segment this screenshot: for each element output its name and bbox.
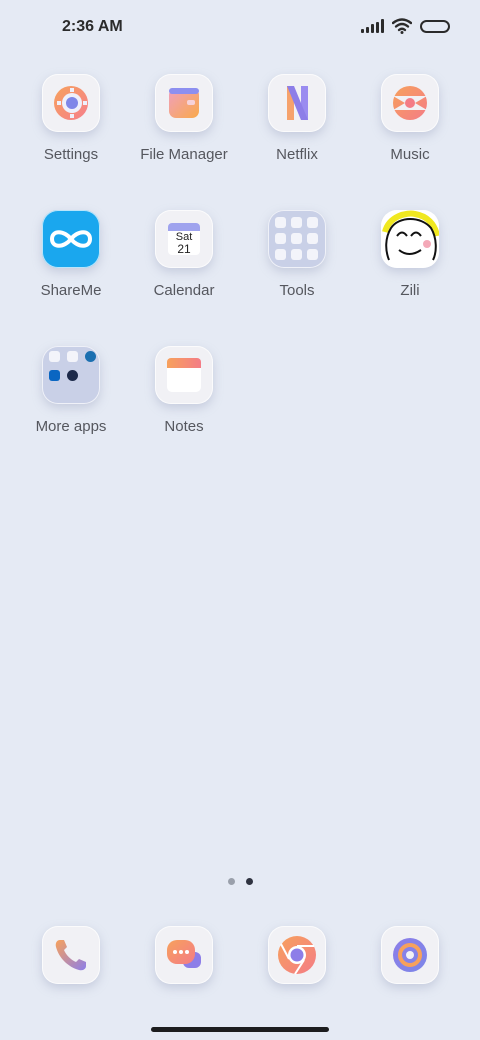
dock-chrome[interactable] — [268, 926, 326, 984]
calendar-icon: Sat 21 — [155, 210, 213, 268]
dock-phone[interactable] — [42, 926, 100, 984]
app-file-manager[interactable]: File Manager — [124, 74, 244, 163]
app-folder-tools[interactable]: Tools — [237, 210, 357, 299]
page-indicator[interactable] — [228, 878, 253, 885]
mini-app-icon — [291, 233, 302, 244]
mini-app-icon — [291, 249, 302, 260]
app-label: Music — [390, 146, 430, 163]
zili-icon — [381, 210, 439, 268]
app-label: Settings — [43, 146, 99, 163]
app-label: Calendar — [153, 282, 215, 299]
messages-icon — [155, 926, 213, 984]
home-indicator[interactable] — [151, 1027, 329, 1032]
battery-icon — [420, 19, 450, 33]
dock-messages[interactable] — [155, 926, 213, 984]
status-time: 2:36 AM — [62, 18, 123, 35]
app-folder-more-apps[interactable]: More apps — [11, 346, 131, 435]
settings-icon — [42, 74, 100, 132]
mini-app-icon — [67, 351, 78, 362]
page-dot-active[interactable] — [246, 878, 253, 885]
app-label: Notes — [164, 418, 204, 435]
app-netflix[interactable]: Netflix — [237, 74, 357, 163]
app-calendar[interactable]: Sat 21 Calendar — [124, 210, 244, 299]
shareme-icon — [42, 210, 100, 268]
app-label: Tools — [279, 282, 315, 299]
app-label: File Manager — [140, 146, 228, 163]
linkedin-icon — [49, 370, 60, 381]
page-dot[interactable] — [228, 878, 235, 885]
mini-app-icon — [307, 249, 318, 260]
mini-app-icon — [85, 351, 96, 362]
netflix-icon — [268, 74, 326, 132]
notes-icon — [155, 346, 213, 404]
dock-browser[interactable] — [381, 926, 439, 984]
app-notes[interactable]: Notes — [124, 346, 244, 435]
mini-app-icon — [307, 233, 318, 244]
calendar-page: Sat 21 — [168, 223, 200, 255]
mini-app-icon — [307, 217, 318, 228]
wifi-icon — [392, 18, 412, 34]
calendar-date: 21 — [177, 242, 191, 255]
phone-icon — [42, 926, 100, 984]
app-settings[interactable]: Settings — [11, 74, 131, 163]
folder-icon — [155, 74, 213, 132]
mini-app-icon — [49, 351, 60, 362]
mini-app-icon — [67, 370, 78, 381]
app-label: ShareMe — [40, 282, 102, 299]
app-label: Zili — [400, 282, 420, 299]
mini-app-icon — [275, 233, 286, 244]
status-icons — [361, 18, 450, 34]
mini-app-icon — [291, 217, 302, 228]
app-label: More apps — [35, 418, 107, 435]
folder-grid-icon — [268, 210, 326, 268]
app-label: Netflix — [276, 146, 318, 163]
chrome-icon — [268, 926, 326, 984]
status-bar: 2:36 AM — [0, 0, 480, 56]
browser-icon — [381, 926, 439, 984]
music-icon — [381, 74, 439, 132]
signal-icon — [361, 19, 384, 33]
folder-grid-icon — [42, 346, 100, 404]
app-shareme[interactable]: ShareMe — [11, 210, 131, 299]
mini-app-icon — [275, 217, 286, 228]
app-zili[interactable]: Zili — [350, 210, 470, 299]
mini-app-icon — [275, 249, 286, 260]
app-music[interactable]: Music — [350, 74, 470, 163]
